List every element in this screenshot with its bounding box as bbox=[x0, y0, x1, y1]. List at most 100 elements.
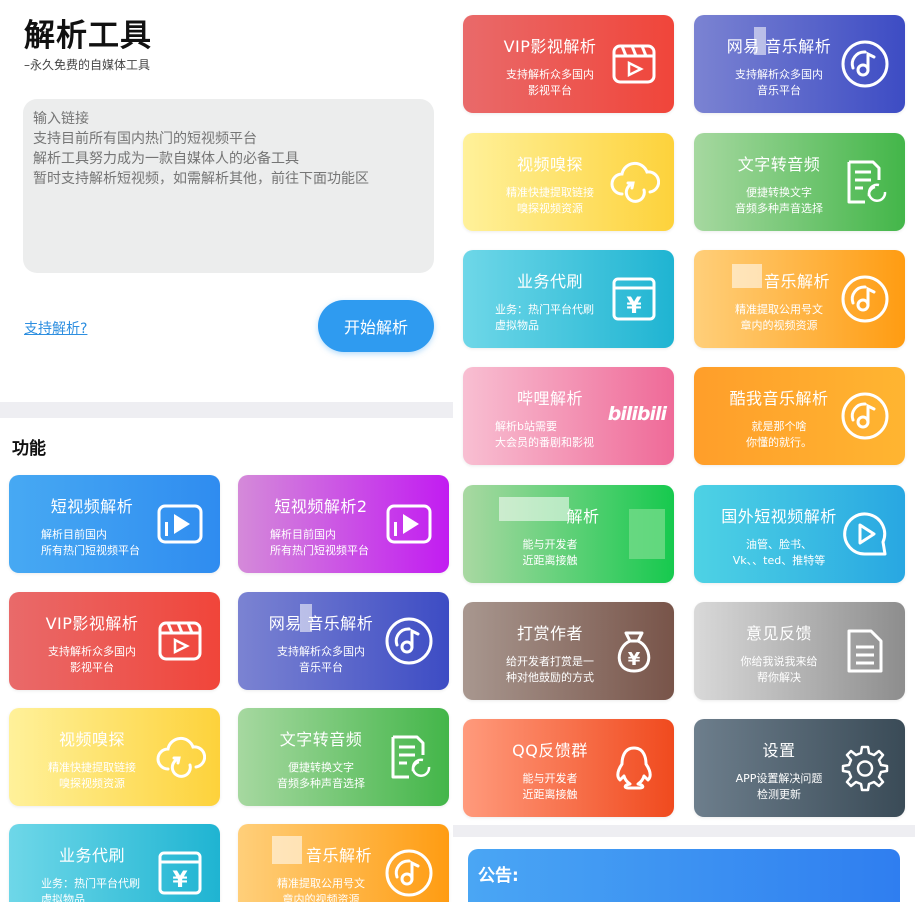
notice-title: 公告: bbox=[478, 866, 519, 886]
card-video-sniff[interactable]: 视频嗅探 精准快捷提取链接 嗅探视频资源 bbox=[9, 708, 220, 806]
notice-panel: 公告: bbox=[468, 849, 900, 902]
music-disc-icon bbox=[385, 849, 433, 897]
card-title: 视频嗅探 bbox=[58, 730, 125, 749]
money-bag-icon: ¥ bbox=[617, 631, 651, 673]
card-title: 哔哩解析 bbox=[516, 389, 583, 408]
document-refresh-icon bbox=[847, 160, 887, 204]
card-description: 支持解析众多国内 影视平台 bbox=[506, 68, 594, 97]
clapperboard-icon bbox=[158, 621, 202, 661]
card-netease-music-parse[interactable]: 网易 音乐解析 支持解析众多国内 音乐平台 bbox=[238, 592, 449, 690]
card-description: 便捷转换文字 音频多种声音选择 bbox=[277, 761, 365, 790]
card-description: 支持解析众多国内 音乐平台 bbox=[277, 645, 365, 674]
document-icon bbox=[847, 629, 883, 673]
card-description: 精准快捷提取链接 嗅探视频资源 bbox=[506, 186, 594, 215]
card-title: 音乐解析 bbox=[305, 846, 372, 865]
card-description: 就是那个啥 你懂的就行。 bbox=[746, 420, 812, 449]
card-donate-author[interactable]: 打赏作者 给开发者打赏是一 种对他鼓励的方式 ¥ bbox=[463, 602, 674, 700]
svg-text:¥: ¥ bbox=[626, 294, 642, 319]
card-description: 你给我说我来给 帮你解决 bbox=[740, 655, 818, 684]
supported-platforms-link[interactable]: 支持解析? bbox=[24, 318, 87, 338]
page-subtitle: –永久免费的自媒体工具 bbox=[24, 58, 151, 72]
start-parse-button[interactable]: 开始解析 bbox=[318, 300, 434, 352]
yuan-window-icon: ¥ bbox=[158, 851, 202, 895]
card-title: 视频嗅探 bbox=[516, 155, 583, 174]
svg-text:¥: ¥ bbox=[172, 868, 188, 893]
card-title: 短视频解析2 bbox=[274, 497, 368, 516]
card-kuwo-music-parse[interactable]: 酷我音乐解析 就是那个啥 你懂的就行。 bbox=[694, 367, 905, 465]
card-qq-feedback-group[interactable]: QQ反馈群 能与开发者 近距离接触 bbox=[463, 719, 674, 817]
music-disc-icon bbox=[841, 40, 889, 88]
card-business-service[interactable]: 业务代刷 业务：热门平台代刷 虚拟物品 ¥ bbox=[463, 250, 674, 348]
music-disc-icon bbox=[841, 392, 889, 440]
card-description: 解析b站需要 大会员的番剧和影视 bbox=[495, 420, 594, 449]
play-bubble-icon bbox=[843, 512, 887, 556]
card-title: 网易 音乐解析 bbox=[268, 614, 374, 633]
link-input[interactable] bbox=[23, 99, 434, 273]
card-video-sniff[interactable]: 视频嗅探 精准快捷提取链接 嗅探视频资源 bbox=[463, 133, 674, 231]
card-description: 业务：热门平台代刷 虚拟物品 bbox=[41, 877, 140, 902]
card-vip-video-parse[interactable]: VIP影视解析 支持解析众多国内 影视平台 bbox=[9, 592, 220, 690]
document-refresh-icon bbox=[391, 735, 431, 779]
card-feedback[interactable]: 意见反馈 你给我说我来给 帮你解决 bbox=[694, 602, 905, 700]
card-title: VIP影视解析 bbox=[503, 37, 597, 56]
card-settings[interactable]: 设置 APP设置解决问题 检测更新 bbox=[694, 719, 905, 817]
card-title: 业务代刷 bbox=[516, 272, 583, 291]
card-title: 文字转音频 bbox=[279, 730, 363, 749]
card-description: 精准提取公用号文 章内的视频资源 bbox=[735, 303, 823, 332]
card-business-service[interactable]: 业务代刷 业务：热门平台代刷 虚拟物品 ¥ bbox=[9, 824, 220, 902]
clapperboard-icon bbox=[612, 44, 656, 84]
card-description: 解析目前国内 所有热门短视频平台 bbox=[41, 528, 140, 557]
card-title: VIP影视解析 bbox=[45, 614, 139, 633]
card-text-to-audio[interactable]: 文字转音频 便捷转换文字 音频多种声音选择 bbox=[238, 708, 449, 806]
card-title: 业务代刷 bbox=[58, 846, 125, 865]
card-title: 设置 bbox=[762, 741, 796, 760]
blurred-region bbox=[272, 836, 302, 864]
section-divider bbox=[0, 402, 453, 418]
card-text-to-audio[interactable]: 文字转音频 便捷转换文字 音频多种声音选择 bbox=[694, 133, 905, 231]
video-play-icon bbox=[386, 504, 432, 544]
card-description: 支持解析众多国内 影视平台 bbox=[48, 645, 136, 674]
card-title: 短视频解析 bbox=[50, 497, 134, 516]
card-short-video-parse[interactable]: 短视频解析 解析目前国内 所有热门短视频平台 bbox=[9, 475, 220, 573]
card-title: 文字转音频 bbox=[737, 155, 821, 174]
card-description: 支持解析众多国内 音乐平台 bbox=[735, 68, 823, 97]
section-divider bbox=[453, 825, 915, 837]
card-description: 精准快捷提取链接 嗅探视频资源 bbox=[48, 761, 136, 790]
svg-text:¥: ¥ bbox=[628, 649, 641, 670]
card-description: 能与开发者 近距离接触 bbox=[522, 772, 578, 801]
blurred-region bbox=[732, 264, 762, 288]
card-music-parse[interactable]: 音乐解析 精准提取公用号文 章内的视频资源 bbox=[694, 250, 905, 348]
blurred-region bbox=[754, 27, 766, 55]
card-title: 意见反馈 bbox=[745, 624, 812, 643]
card-description: APP设置解决问题 检测更新 bbox=[735, 772, 823, 801]
card-description: 解析目前国内 所有热门短视频平台 bbox=[270, 528, 369, 557]
blurred-icon bbox=[629, 509, 665, 559]
music-disc-icon bbox=[841, 275, 889, 323]
card-netease-music-parse[interactable]: 网易 音乐解析 支持解析众多国内 音乐平台 bbox=[694, 15, 905, 113]
card-description: 给开发者打赏是一 种对他鼓励的方式 bbox=[506, 655, 594, 684]
functions-section-title: 功能 bbox=[12, 439, 46, 459]
cloud-refresh-icon bbox=[156, 736, 206, 778]
card-overseas-video-parse[interactable]: 国外短视频解析 油管、脸书、 Vk、、ted、推特等 bbox=[694, 485, 905, 583]
card-description: 能与开发者 近距离接触 bbox=[522, 538, 578, 567]
card-bilibili-parse[interactable]: 哔哩解析 解析b站需要 大会员的番剧和影视 bilibili bbox=[463, 367, 674, 465]
card-title: 网易 音乐解析 bbox=[726, 37, 832, 56]
card-title: QQ反馈群 bbox=[512, 741, 588, 760]
video-play-icon bbox=[157, 504, 203, 544]
card-title: 国外短视频解析 bbox=[721, 507, 837, 526]
cloud-refresh-icon bbox=[610, 161, 660, 203]
bilibili-logo-icon: bilibili bbox=[607, 403, 667, 425]
blurred-region bbox=[300, 604, 312, 632]
card-title: 打赏作者 bbox=[516, 624, 583, 643]
card-short-video-parse-2[interactable]: 短视频解析2 解析目前国内 所有热门短视频平台 bbox=[238, 475, 449, 573]
gear-icon bbox=[841, 745, 889, 792]
card-vip-video-parse[interactable]: VIP影视解析 支持解析众多国内 影视平台 bbox=[463, 15, 674, 113]
page-title: 解析工具 bbox=[24, 18, 152, 54]
blurred-region bbox=[499, 497, 569, 521]
card-description: 精准提取公用号文 章内的视频资源 bbox=[277, 877, 365, 902]
card-blurred-parse[interactable]: 解析 能与开发者 近距离接触 bbox=[463, 485, 674, 583]
qq-penguin-icon bbox=[616, 746, 652, 790]
card-music-parse[interactable]: 音乐解析 精准提取公用号文 章内的视频资源 bbox=[238, 824, 449, 902]
card-title: 酷我音乐解析 bbox=[729, 389, 829, 408]
yuan-window-icon: ¥ bbox=[612, 277, 656, 321]
